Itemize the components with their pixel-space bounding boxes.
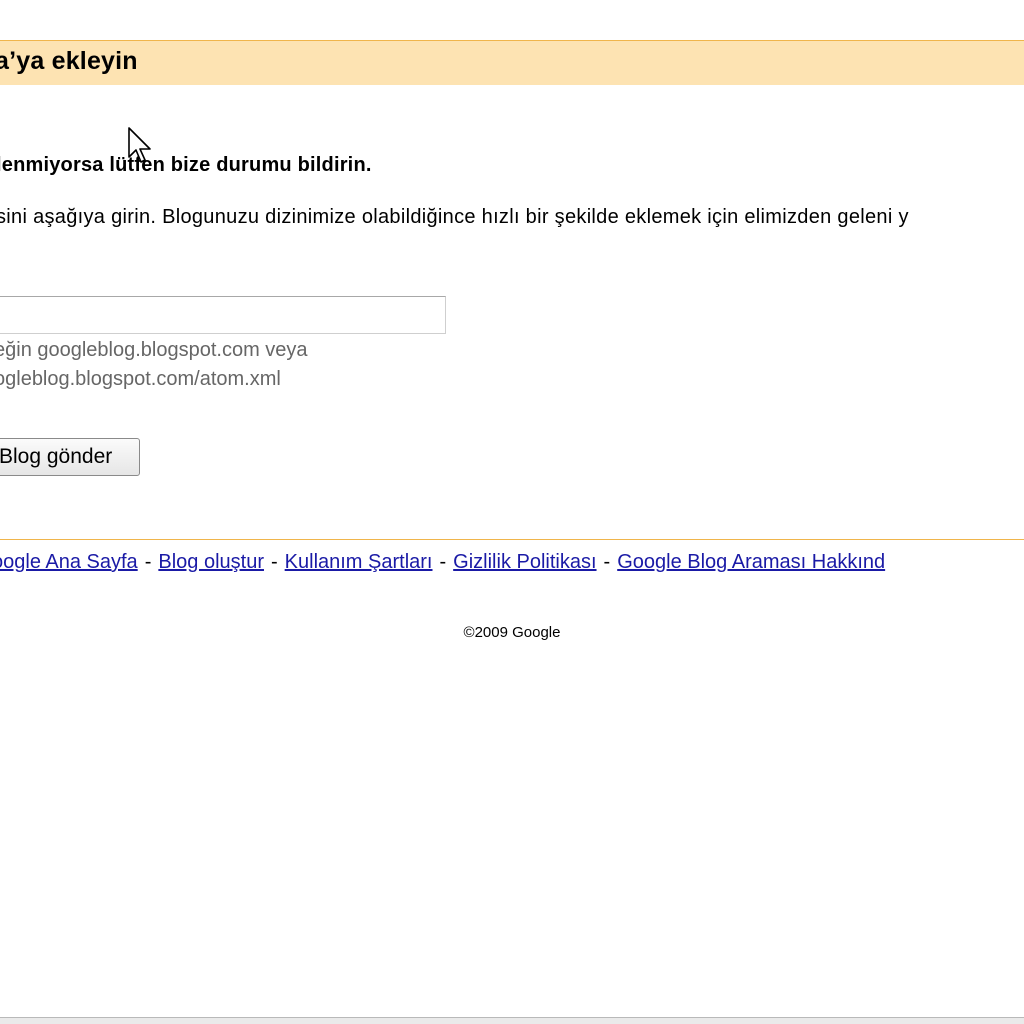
- footer-divider: [0, 539, 1024, 540]
- section-heading: lenmiyorsa lütfen bize durumu bildirin.: [0, 154, 372, 176]
- footer-link-create-blog[interactable]: Blog oluştur: [158, 551, 264, 573]
- footer-link-about-blog-search[interactable]: Google Blog Araması Hakkınd: [617, 551, 885, 573]
- copyright-text: ©2009 Google: [463, 624, 561, 641]
- page-header-band: a’ya ekleyin: [0, 40, 1024, 85]
- mouse-pointer-icon: [128, 127, 151, 163]
- url-example-hint-2: ogleblog.blogspot.com/atom.xml: [0, 368, 281, 390]
- footer-separator: -: [439, 551, 447, 573]
- submit-blog-button[interactable]: Blog gönder: [0, 438, 140, 476]
- footer-links: oogle Ana Sayfa - Blog oluştur - Kullanım Şa…: [0, 551, 885, 574]
- page-title: a’ya ekleyin: [0, 47, 138, 75]
- url-example-hint-1: eğin googleblog.blogspot.com veya: [0, 339, 308, 361]
- window-bottom-edge: [0, 1017, 1024, 1024]
- footer-separator: -: [603, 551, 611, 573]
- footer-link-terms[interactable]: Kullanım Şartları: [285, 551, 433, 573]
- footer-separator: -: [144, 551, 152, 573]
- footer-link-google-home[interactable]: oogle Ana Sayfa: [0, 551, 138, 573]
- instructions-text: sini aşağıya girin. Blogunuzu dizinimize…: [0, 206, 909, 228]
- footer-separator: -: [270, 551, 278, 573]
- footer-link-privacy[interactable]: Gizlilik Politikası: [453, 551, 596, 573]
- blog-url-input[interactable]: [0, 296, 446, 334]
